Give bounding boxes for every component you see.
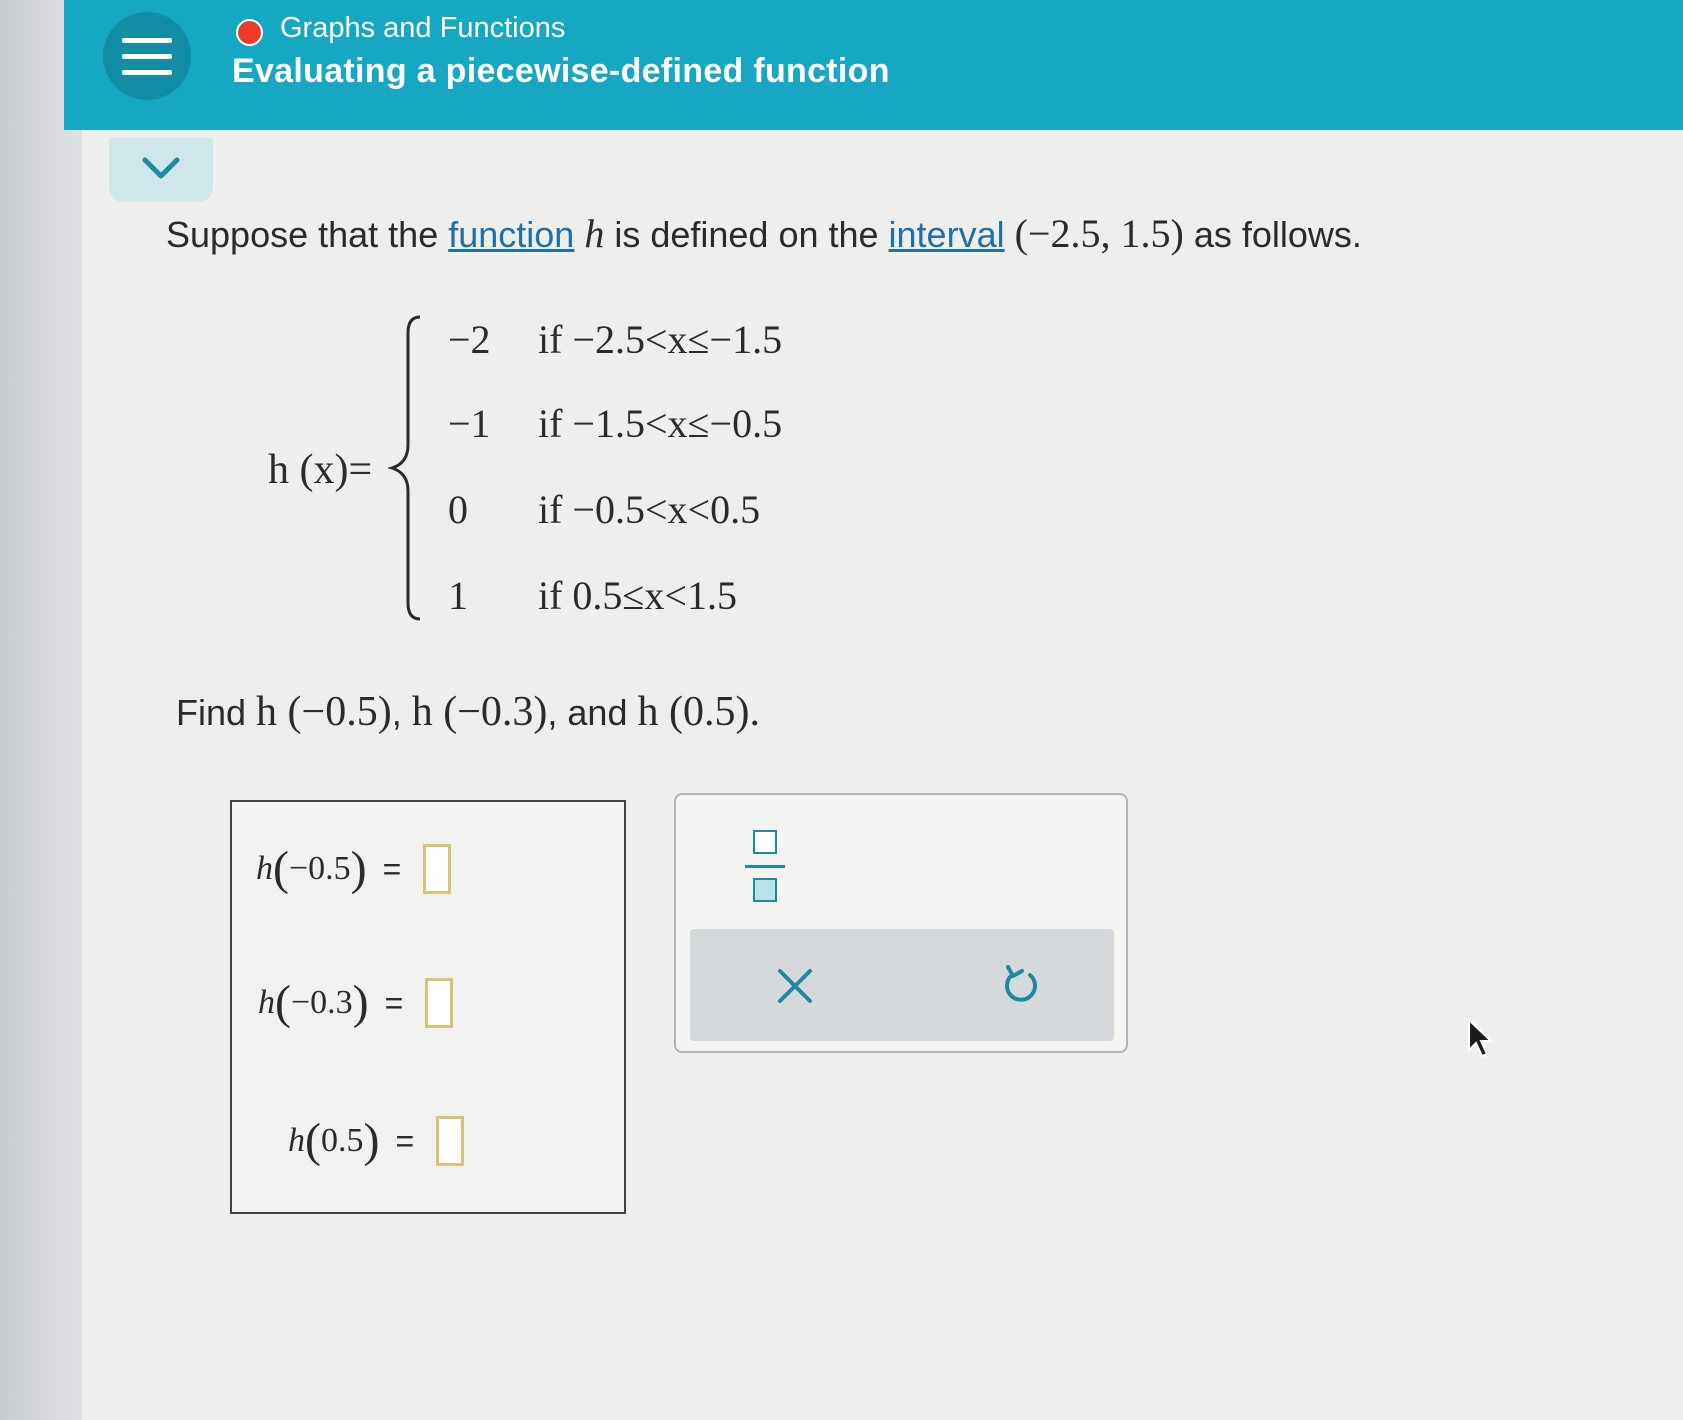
- answer-row-2: h (−0.3) =: [258, 976, 454, 1029]
- open-paren: (: [273, 842, 289, 895]
- math-tool-panel: [674, 793, 1128, 1053]
- answer-row-3: h (0.5) =: [288, 1114, 465, 1167]
- fraction-icon: [753, 830, 777, 854]
- menu-button[interactable]: [103, 12, 191, 100]
- equals-sign: =: [395, 1122, 415, 1159]
- question-text: Suppose that the function h is defined o…: [166, 210, 1362, 257]
- answer-box: h (−0.5) = h (−0.3) = h (0.5) =: [230, 800, 626, 1214]
- status-dot-icon: [236, 19, 263, 46]
- left-brace-icon: [388, 315, 421, 621]
- clear-button[interactable]: [774, 965, 816, 1007]
- answer-input-2[interactable]: [425, 978, 454, 1028]
- case-condition: if 0.5≤x<1.5: [538, 573, 737, 618]
- open-paren: (: [275, 976, 291, 1029]
- hamburger-menu-icon: [122, 37, 172, 43]
- fraction-bar: [745, 864, 785, 868]
- chevron-down-icon: [142, 157, 180, 179]
- find-sep-1: ,: [391, 692, 412, 733]
- interval-value: (−2.5, 1.5): [1014, 211, 1184, 256]
- case-condition: if −2.5<x≤−1.5: [538, 317, 783, 362]
- close-paren: ): [352, 976, 369, 1029]
- fraction-button[interactable]: [742, 830, 788, 902]
- case-value: 0: [448, 487, 468, 532]
- open-paren: (: [305, 1114, 321, 1167]
- case-value: 1: [448, 573, 468, 618]
- answer-arg: −0.3: [290, 984, 353, 1021]
- collapse-button[interactable]: [109, 138, 213, 202]
- find-expr-1: h (−0.5): [256, 689, 392, 735]
- hamburger-menu-icon-bar: [122, 53, 172, 59]
- answer-row-1: h (−0.5) =: [256, 842, 452, 895]
- interval-link[interactable]: interval: [889, 214, 1005, 255]
- close-paren: ): [363, 1114, 380, 1167]
- answer-arg: −0.5: [288, 850, 351, 887]
- question-intro-3: as follows.: [1183, 214, 1362, 255]
- screen-left-edge: [0, 0, 82, 1420]
- find-expr-3: h (0.5): [637, 689, 750, 735]
- function-link[interactable]: function: [448, 214, 574, 255]
- answer-arg: 0.5: [320, 1122, 364, 1159]
- topic-title: Graphs and Functions: [280, 12, 566, 44]
- hamburger-menu-icon-bar: [122, 69, 172, 75]
- case-condition: if −0.5<x<0.5: [538, 487, 761, 532]
- answer-fn: h: [288, 1122, 305, 1159]
- answer-input-1[interactable]: [423, 844, 452, 894]
- case-value: −2: [448, 317, 491, 362]
- piecewise-lhs: h (x)=: [268, 447, 373, 493]
- case-value: −1: [448, 401, 491, 446]
- answer-fn: h: [256, 850, 273, 887]
- page-title: Evaluating a piecewise-defined function: [232, 52, 890, 90]
- case-condition: if −1.5<x≤−0.5: [538, 401, 783, 446]
- action-bar: [690, 929, 1114, 1041]
- answer-fn: h: [258, 984, 275, 1021]
- undo-button[interactable]: [998, 963, 1042, 1007]
- question-intro-2: is defined on the: [604, 214, 889, 255]
- equals-sign: =: [384, 984, 404, 1021]
- fraction-denominator-box: [753, 878, 777, 902]
- answer-input-3[interactable]: [436, 1116, 465, 1166]
- equals-sign: =: [382, 850, 402, 887]
- find-sep-2: , and: [547, 692, 638, 733]
- var-h: h: [584, 211, 605, 256]
- find-expr-2: h (−0.3): [411, 689, 548, 735]
- question-intro-1: Suppose that the: [166, 214, 449, 255]
- close-icon: [778, 969, 812, 1003]
- undo-icon: [1005, 965, 1037, 1002]
- mouse-cursor-icon: [1468, 1018, 1494, 1058]
- find-suffix: .: [749, 689, 760, 735]
- close-paren: ): [350, 842, 367, 895]
- find-prefix: Find: [176, 692, 257, 733]
- find-prompt: Find h (−0.5), h (−0.3), and h (0.5).: [176, 688, 760, 736]
